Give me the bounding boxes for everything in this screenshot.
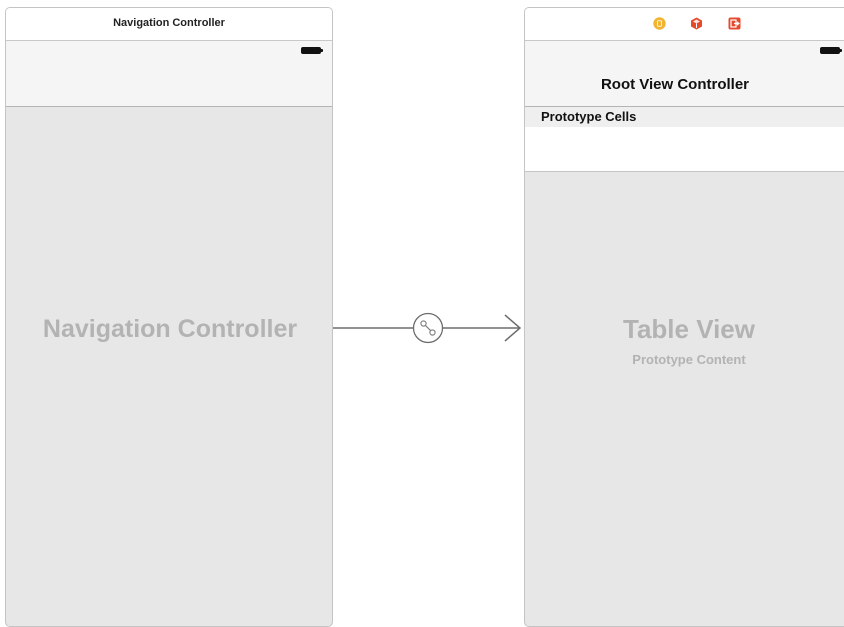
view-controller-icon[interactable] [653, 17, 666, 30]
first-responder-icon[interactable] [690, 17, 703, 30]
scene-placeholder-label: Navigation Controller [42, 315, 298, 343]
relationship-segue-icon[interactable] [412, 312, 444, 344]
prototype-cell[interactable] [525, 127, 844, 172]
relationship-segue[interactable] [333, 312, 522, 344]
battery-icon [301, 47, 323, 54]
table-view-placeholder-label: Table View [623, 314, 755, 344]
section-header-label: Prototype Cells [541, 109, 637, 124]
exit-icon[interactable] [728, 17, 741, 30]
navigation-title: Root View Controller [600, 76, 750, 93]
navigation-bar[interactable] [6, 41, 332, 107]
navigation-bar[interactable]: Root View Controller [525, 41, 844, 107]
scene-title-bar[interactable]: Navigation Controller [6, 8, 332, 41]
battery-icon [820, 47, 842, 54]
prototype-cells-header: Prototype Cells [525, 107, 844, 127]
root-view-controller-scene[interactable]: Root View Controller Prototype Cells Tab… [524, 7, 844, 627]
navigation-controller-scene[interactable]: Navigation Controller Navigation Control… [5, 7, 333, 627]
scene-title: Navigation Controller [113, 17, 225, 29]
scene-dock[interactable] [525, 8, 844, 41]
prototype-content-label: Prototype Content [632, 352, 746, 367]
